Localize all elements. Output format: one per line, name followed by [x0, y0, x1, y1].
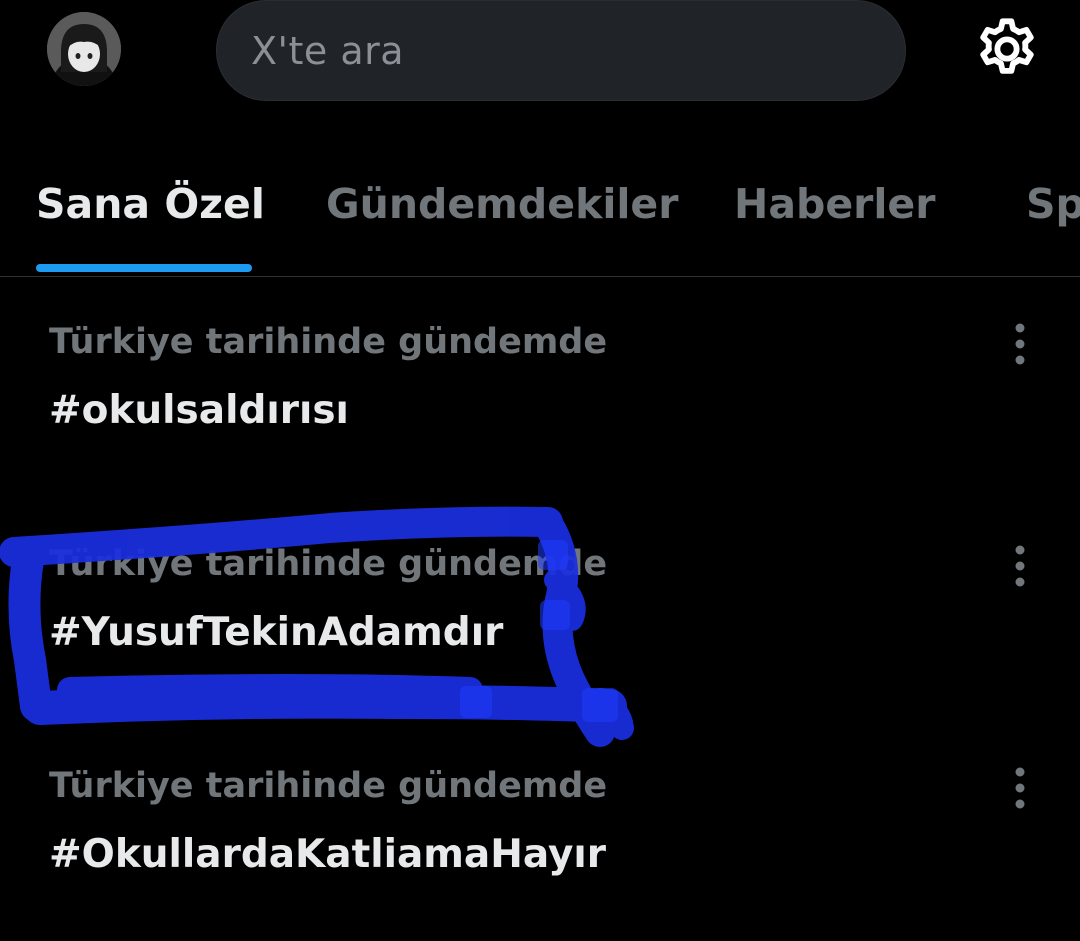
trend-hashtag: #okulsaldırısı	[49, 388, 349, 433]
trend-item[interactable]: Türkiye tarihinde gündemde #YusufTekinAd…	[0, 524, 1080, 704]
more-vertical-icon[interactable]	[1004, 544, 1036, 588]
trend-hashtag: #YusufTekinAdamdır	[49, 610, 504, 655]
trend-item[interactable]: Türkiye tarihinde gündemde #OkullardaKat…	[0, 746, 1080, 926]
trend-item[interactable]: Türkiye tarihinde gündemde #okulsaldırıs…	[0, 302, 1080, 482]
avatar[interactable]	[47, 12, 121, 86]
explore-tabs: Sana Özel Gündemdekiler Haberler Sp	[0, 150, 1080, 277]
more-vertical-icon[interactable]	[1004, 322, 1036, 366]
gear-icon[interactable]	[972, 14, 1042, 84]
search-placeholder: X'te ara	[251, 28, 405, 73]
tab-trending[interactable]: Gündemdekiler	[326, 180, 678, 228]
trend-context: Türkiye tarihinde gündemde	[49, 322, 608, 362]
trend-context: Türkiye tarihinde gündemde	[49, 544, 608, 584]
active-tab-indicator	[36, 264, 252, 272]
trend-context: Türkiye tarihinde gündemde	[49, 766, 608, 806]
explore-page: X'te ara Sana Özel Gündemdekiler Haberle…	[0, 0, 1080, 941]
more-vertical-icon[interactable]	[1004, 766, 1036, 810]
tab-for-you[interactable]: Sana Özel	[36, 180, 265, 228]
search-input[interactable]: X'te ara	[216, 0, 906, 101]
avatar-image	[47, 12, 121, 86]
tab-news[interactable]: Haberler	[734, 180, 935, 228]
trend-hashtag: #OkullardaKatliamaHayır	[49, 832, 607, 877]
tab-sports[interactable]: Sp	[1026, 180, 1080, 228]
